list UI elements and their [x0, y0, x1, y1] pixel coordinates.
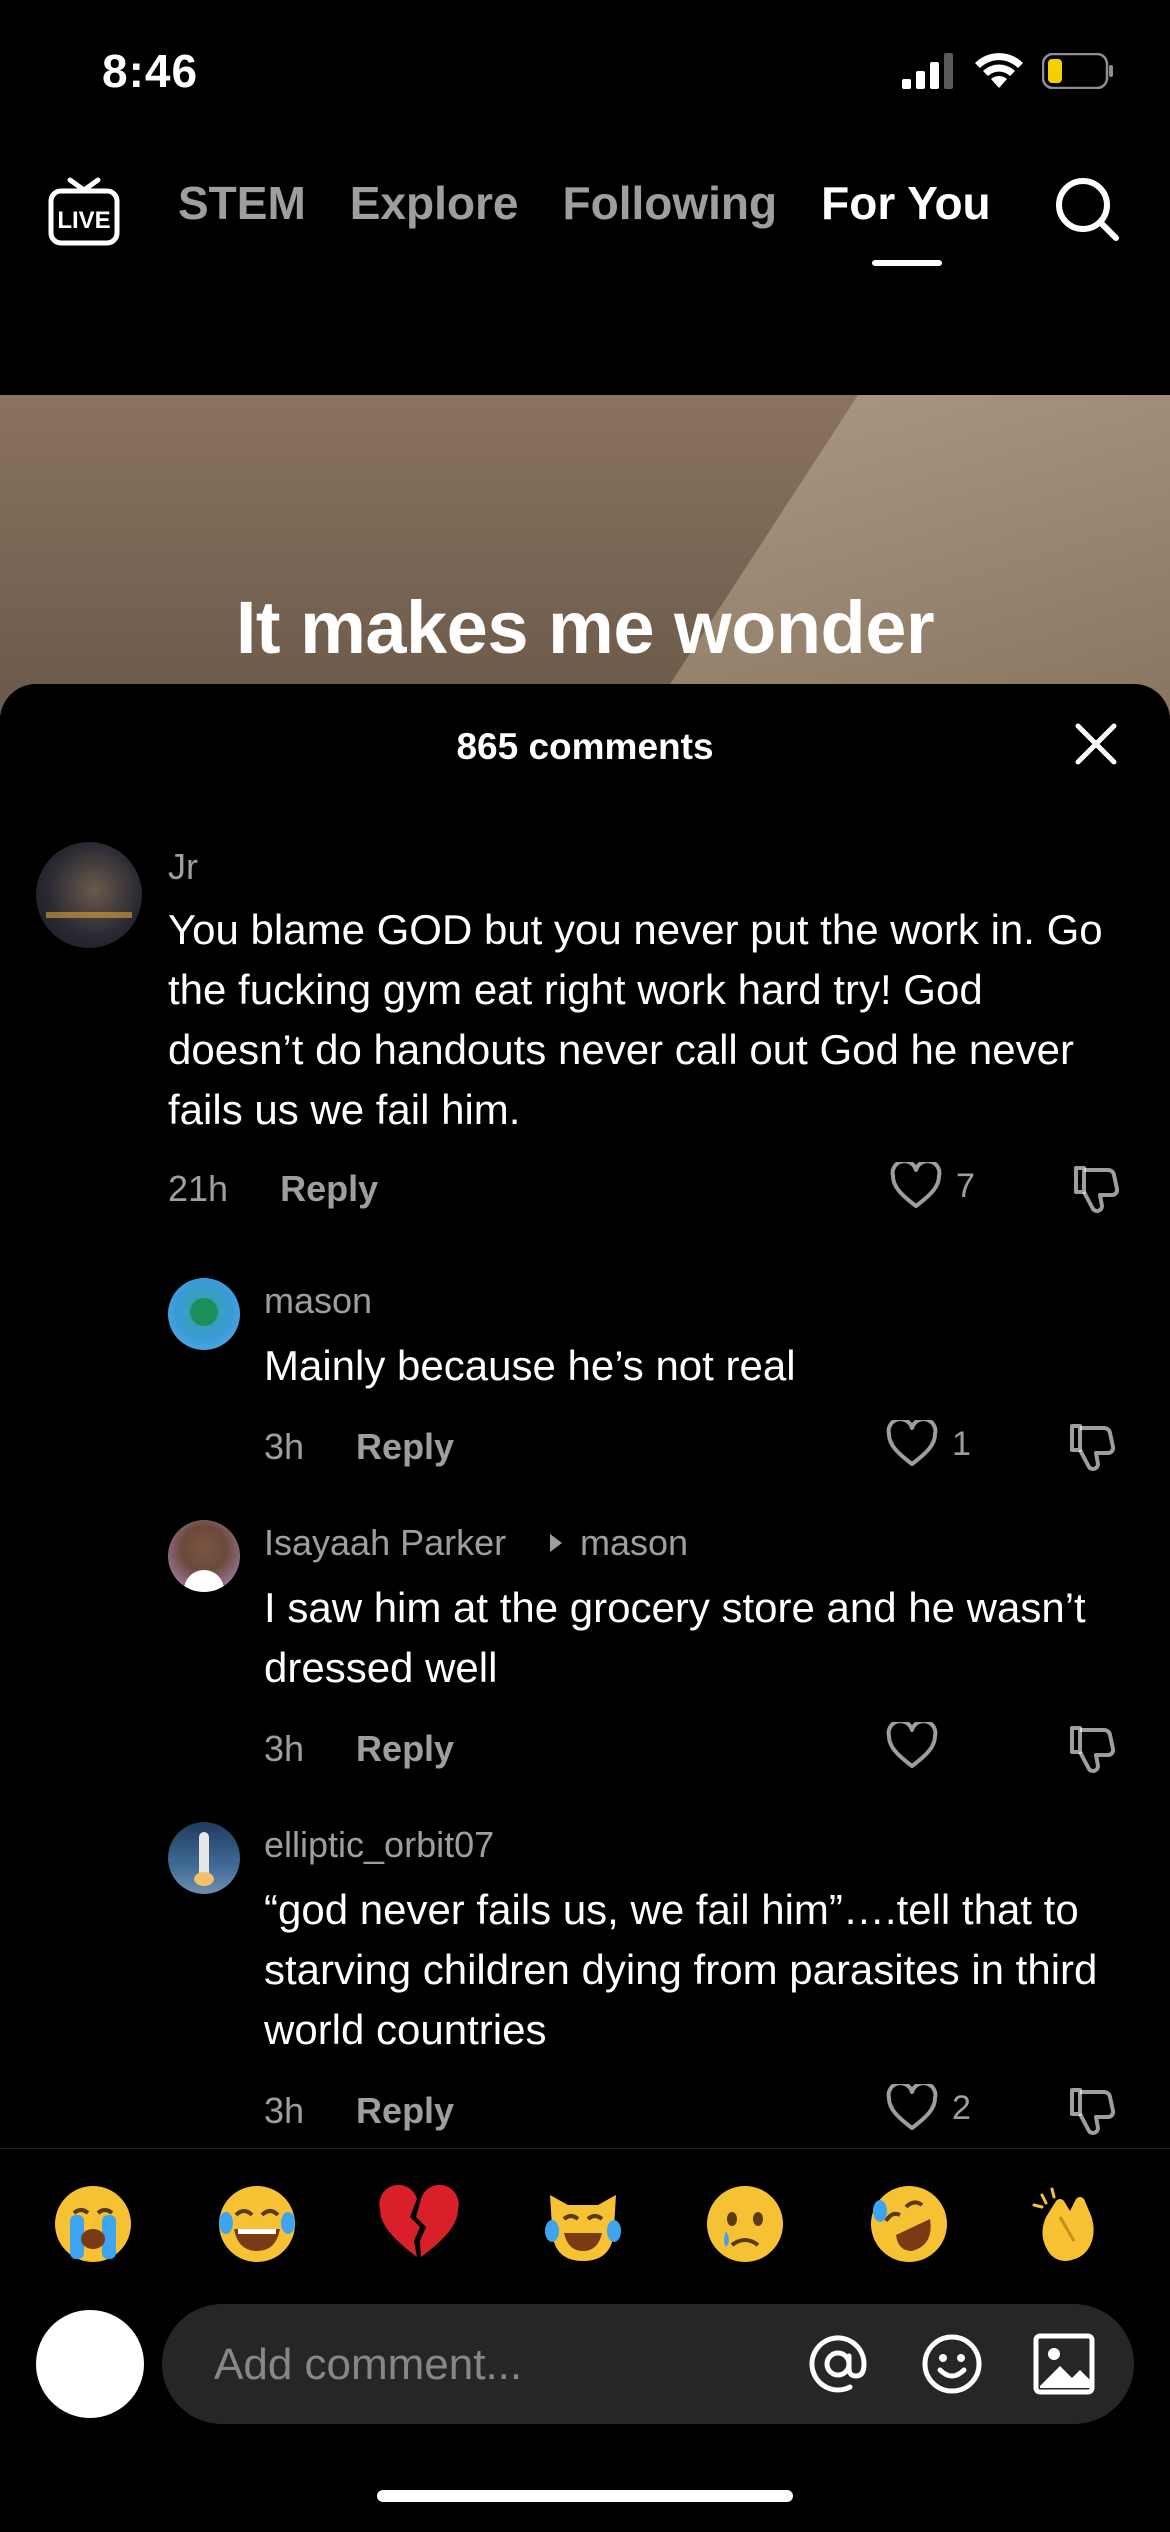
comment-text: Mainly because he’s not real: [264, 1342, 796, 1389]
comment-username[interactable]: Jr: [168, 846, 198, 888]
reply-button[interactable]: Reply: [356, 1728, 454, 1770]
tears-of-joy-emoji-icon[interactable]: [214, 2181, 300, 2267]
comment-time: 3h: [264, 1426, 305, 1467]
active-tab-indicator: [872, 260, 942, 266]
comments-count-title: 865 comments: [456, 726, 714, 767]
like-button[interactable]: 2: [886, 2084, 971, 2132]
search-icon[interactable]: [1052, 174, 1122, 244]
like-count: 1: [952, 1424, 971, 1463]
dislike-icon[interactable]: [1066, 1420, 1118, 1472]
home-indicator[interactable]: [377, 2490, 793, 2502]
like-button[interactable]: 7: [890, 1162, 975, 1210]
reply-to-username[interactable]: mason: [580, 1522, 688, 1564]
add-comment-input[interactable]: Add comment...: [162, 2304, 1134, 2424]
image-icon[interactable]: [1032, 2332, 1096, 2396]
reply-button[interactable]: Reply: [356, 2090, 454, 2132]
comment-text: I saw him at the grocery store and he wa…: [264, 1584, 1086, 1691]
user-avatar[interactable]: [36, 2310, 144, 2418]
live-icon[interactable]: LIVE: [46, 172, 122, 248]
status-time: 8:46: [102, 45, 199, 97]
reply-button[interactable]: Reply: [280, 1168, 378, 1210]
tab-following[interactable]: Following: [563, 180, 778, 226]
cellular-signal-icon: [902, 53, 953, 89]
dislike-icon[interactable]: [1066, 1722, 1118, 1774]
battery-icon: [1042, 53, 1113, 89]
comment-meta: 21h Reply: [168, 1168, 378, 1210]
avatar[interactable]: [168, 1822, 240, 1894]
clapping-hands-emoji-icon[interactable]: [1030, 2181, 1116, 2267]
comment-meta: 3h Reply: [264, 1728, 454, 1770]
top-nav: LIVE STEM Explore Following For You: [0, 160, 1170, 270]
mention-icon[interactable]: [806, 2332, 870, 2396]
like-count: 7: [956, 1166, 975, 1205]
rolling-on-floor-laughing-emoji-icon[interactable]: [866, 2181, 952, 2267]
comment-username[interactable]: Isayaah Parker: [264, 1522, 506, 1564]
avatar[interactable]: [168, 1278, 240, 1350]
comment-time: 21h: [168, 1168, 229, 1209]
heart-icon: [886, 1722, 938, 1768]
tab-stem[interactable]: STEM: [178, 180, 306, 226]
dislike-icon[interactable]: [1066, 2084, 1118, 2136]
comment-username[interactable]: mason: [264, 1280, 372, 1322]
like-button[interactable]: [886, 1722, 952, 1770]
add-comment-placeholder: Add comment...: [214, 2340, 523, 2389]
heart-icon: [890, 1162, 942, 1208]
avatar[interactable]: [168, 1520, 240, 1592]
heart-icon: [886, 2084, 938, 2130]
tab-for-you[interactable]: For You: [821, 180, 991, 226]
broken-heart-emoji-icon[interactable]: [376, 2181, 462, 2267]
comment-meta: 3h Reply: [264, 2090, 454, 2132]
close-icon[interactable]: [1074, 722, 1118, 766]
loudly-crying-emoji-icon[interactable]: [50, 2181, 136, 2267]
like-count: 2: [952, 2088, 971, 2127]
comment-text: “god never fails us, we fail him”….tell …: [264, 1886, 1098, 2053]
svg-text:LIVE: LIVE: [57, 207, 110, 234]
comment-time: 3h: [264, 2090, 305, 2131]
crying-face-emoji-icon[interactable]: [702, 2181, 788, 2267]
dislike-icon[interactable]: [1070, 1162, 1122, 1214]
tab-explore[interactable]: Explore: [350, 180, 519, 226]
emoji-quick-bar: [0, 2148, 1170, 2298]
video-preview[interactable]: It makes me wonder: [0, 395, 1170, 715]
comment-username[interactable]: elliptic_orbit07: [264, 1824, 494, 1866]
heart-icon: [886, 1420, 938, 1466]
status-bar: 8:46: [0, 0, 1170, 150]
reply-button[interactable]: Reply: [356, 1426, 454, 1468]
avatar[interactable]: [36, 842, 142, 948]
like-button[interactable]: 1: [886, 1420, 971, 1468]
wifi-icon: [975, 53, 1023, 88]
cat-tears-of-joy-emoji-icon[interactable]: [540, 2181, 626, 2267]
emoji-icon[interactable]: [920, 2332, 984, 2396]
nav-tabs: STEM Explore Following For You: [178, 180, 991, 226]
reply-arrow-icon: [550, 1534, 562, 1552]
comment-meta: 3h Reply: [264, 1426, 454, 1468]
video-caption: It makes me wonder: [235, 586, 935, 669]
comment-time: 3h: [264, 1728, 305, 1769]
status-icons: [902, 52, 1114, 90]
comment-text: You blame GOD but you never put the work…: [168, 906, 1103, 1133]
